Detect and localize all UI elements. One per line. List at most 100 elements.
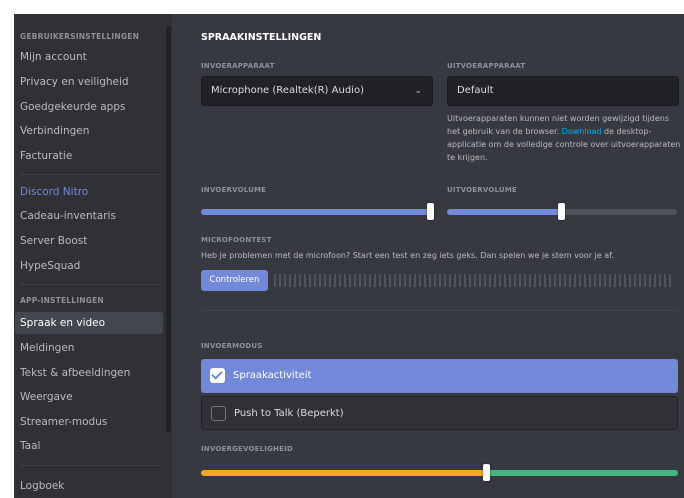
sidebar-item-language[interactable]: Taal — [15, 435, 163, 457]
mic-level-bar — [399, 274, 401, 287]
mic-level-bar — [619, 274, 621, 287]
mic-level-bar — [474, 274, 476, 287]
voice-settings-panel: SPRAAKINSTELLINGEN INVOERAPPARAAT Microp… — [172, 14, 684, 498]
mic-level-bar — [404, 274, 406, 287]
mic-level-bar — [599, 274, 601, 287]
mic-level-bar — [359, 274, 361, 287]
mic-level-bar — [549, 274, 551, 287]
input-device-label: INVOERAPPARAAT — [201, 62, 275, 70]
mic-level-bar — [449, 274, 451, 287]
mic-level-bar — [429, 274, 431, 287]
input-mode-voice-activity[interactable]: Spraakactiviteit — [201, 359, 678, 393]
input-device-value: Microphone (Realtek(R) Audio) — [211, 85, 364, 96]
checkbox-unchecked-icon — [211, 406, 226, 421]
sidebar-divider — [20, 284, 162, 285]
sidebar-item-notifications[interactable]: Meldingen — [15, 337, 163, 359]
mic-level-bar — [609, 274, 611, 287]
mic-level-bar — [649, 274, 651, 287]
sidebar-divider — [20, 465, 162, 466]
download-link[interactable]: Download — [562, 127, 602, 136]
mic-level-bar — [564, 274, 566, 287]
sidebar-item-gift-inventory[interactable]: Cadeau-inventaris — [15, 205, 163, 227]
input-volume-label: INVOERVOLUME — [201, 186, 267, 194]
mic-level-bar — [624, 274, 626, 287]
output-volume-label: UITVOERVOLUME — [447, 186, 517, 194]
mic-level-bar — [339, 274, 341, 287]
page-title: SPRAAKINSTELLINGEN — [201, 32, 322, 43]
mic-level-bar — [444, 274, 446, 287]
mic-level-bar — [374, 274, 376, 287]
mic-level-bar — [584, 274, 586, 287]
sidebar-item-appearance[interactable]: Weergave — [15, 386, 163, 408]
input-sensitivity-handle[interactable] — [483, 464, 490, 481]
mic-level-bar — [349, 274, 351, 287]
mic-level-bar — [489, 274, 491, 287]
mic-level-bar — [594, 274, 596, 287]
output-device-note: Uitvoerapparaten kunnen niet worden gewi… — [447, 112, 682, 164]
mic-level-bar — [454, 274, 456, 287]
mic-level-bar — [504, 274, 506, 287]
mic-level-bar — [574, 274, 576, 287]
sidebar-item-privacy[interactable]: Privacy en veiligheid — [15, 71, 163, 93]
input-sensitivity-high-fill — [487, 470, 678, 476]
mic-level-bar — [294, 274, 296, 287]
output-volume-fill — [447, 209, 562, 215]
mic-level-bar — [634, 274, 636, 287]
mic-level-bar — [344, 274, 346, 287]
mic-level-bar — [519, 274, 521, 287]
input-mode-push-to-talk-label: Push to Talk (Beperkt) — [234, 408, 344, 419]
sidebar-item-nitro[interactable]: Discord Nitro — [15, 181, 163, 203]
mic-level-bar — [354, 274, 356, 287]
mic-level-bar — [389, 274, 391, 287]
mic-level-bar — [529, 274, 531, 287]
sidebar-item-connections[interactable]: Verbindingen — [15, 120, 163, 142]
sidebar-item-my-account[interactable]: Mijn account — [15, 46, 163, 68]
checkbox-checked-icon — [210, 368, 225, 383]
mic-level-bar — [614, 274, 616, 287]
mic-level-bar — [419, 274, 421, 287]
input-device-select[interactable]: Microphone (Realtek(R) Audio) ⌄ — [201, 76, 433, 106]
section-divider — [201, 310, 678, 311]
mic-level-bar — [434, 274, 436, 287]
mic-test-button[interactable]: Controleren — [201, 270, 268, 291]
sidebar-item-voice-video[interactable]: Spraak en video — [15, 312, 163, 334]
sidebar-item-authorized-apps[interactable]: Goedgekeurde apps — [15, 96, 163, 118]
output-volume-handle[interactable] — [558, 203, 565, 220]
mic-level-bar — [664, 274, 666, 287]
mic-level-bar — [414, 274, 416, 287]
mic-level-bar — [274, 274, 276, 287]
output-device-select[interactable]: Default — [447, 76, 679, 106]
mic-level-bar — [639, 274, 641, 287]
sidebar-item-hypesquad[interactable]: HypeSquad — [15, 255, 163, 277]
sidebar-item-server-boost[interactable]: Server Boost — [15, 230, 163, 252]
mic-level-bar — [394, 274, 396, 287]
mic-level-bar — [569, 274, 571, 287]
mic-level-bar — [439, 274, 441, 287]
mic-level-bar — [604, 274, 606, 287]
sidebar-item-streamer-mode[interactable]: Streamer-modus — [15, 411, 163, 433]
mic-level-bar — [424, 274, 426, 287]
mic-level-bar — [329, 274, 331, 287]
mic-level-bar — [534, 274, 536, 287]
mic-level-bar — [514, 274, 516, 287]
mic-level-bar — [494, 274, 496, 287]
input-mode-push-to-talk[interactable]: Push to Talk (Beperkt) — [201, 396, 678, 430]
sidebar-item-text-images[interactable]: Tekst & afbeeldingen — [15, 362, 163, 384]
mic-level-bar — [324, 274, 326, 287]
mic-level-bar — [579, 274, 581, 287]
sidebar-scrollbar-thumb[interactable] — [166, 26, 171, 432]
mic-level-bar — [409, 274, 411, 287]
mic-level-bar — [364, 274, 366, 287]
mic-level-bar — [669, 274, 671, 287]
mic-level-bar — [479, 274, 481, 287]
mic-level-meter — [274, 274, 678, 287]
mic-level-bar — [334, 274, 336, 287]
sidebar-item-billing[interactable]: Facturatie — [15, 145, 163, 167]
input-volume-handle[interactable] — [427, 203, 434, 220]
input-mode-voice-activity-label: Spraakactiviteit — [233, 370, 312, 381]
output-device-label: UITVOERAPPARAAT — [447, 62, 526, 70]
mic-level-bar — [284, 274, 286, 287]
mic-level-bar — [369, 274, 371, 287]
mic-level-bar — [469, 274, 471, 287]
sidebar-item-changelog[interactable]: Logboek — [15, 475, 163, 497]
